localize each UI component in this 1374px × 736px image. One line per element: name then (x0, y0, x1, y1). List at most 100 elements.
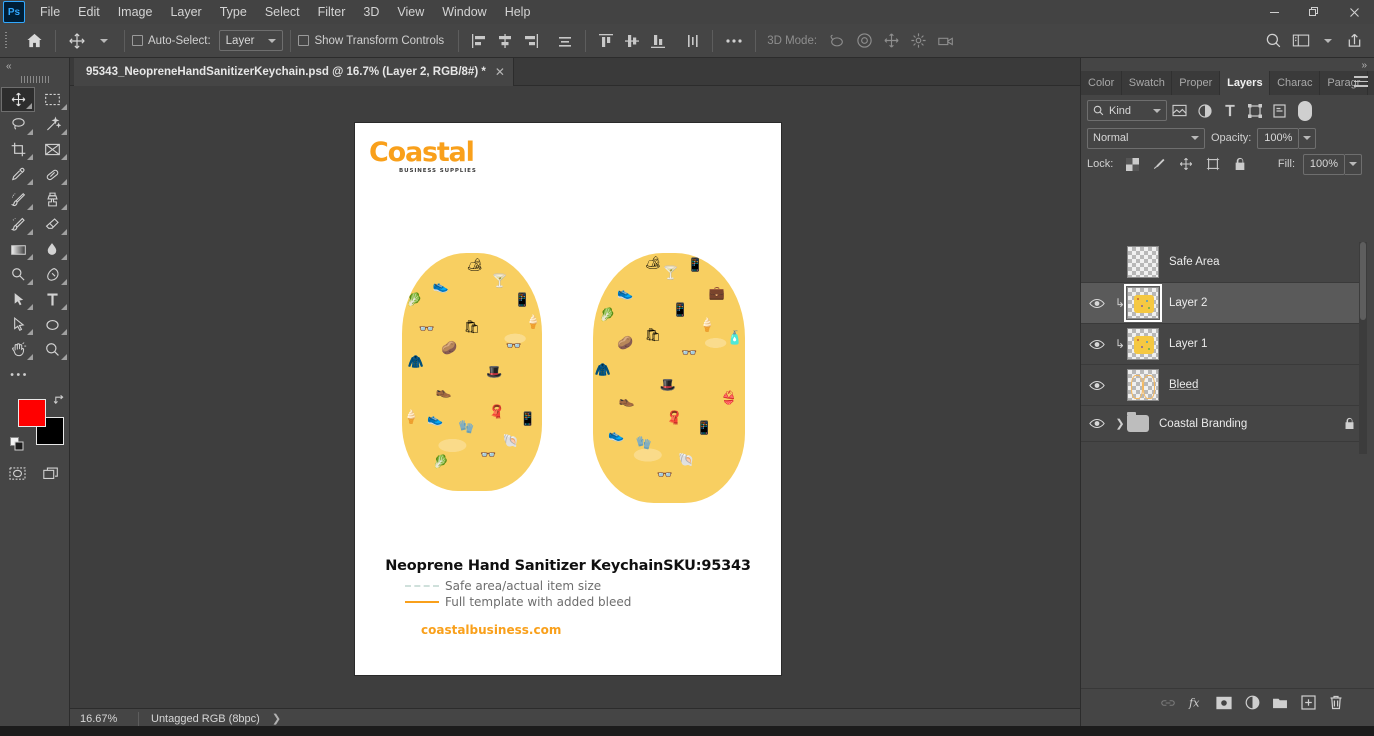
frame-tool[interactable] (35, 137, 69, 162)
layer-mask-icon[interactable] (1211, 691, 1237, 715)
document-tab[interactable]: 95343_NeopreneHandSanitizerKeychain.psd … (74, 58, 514, 86)
lock-image-pixels-icon[interactable] (1148, 154, 1170, 174)
tab-color[interactable]: Color (1081, 71, 1123, 95)
canvas-area[interactable]: Coastal BUSINESS SUPPLIES 🏕 🍸 👟 📱 🥬 🍦 👓 … (70, 86, 1080, 708)
align-bottom-edges-icon[interactable] (645, 28, 671, 54)
tab-character[interactable]: Charac (1270, 71, 1321, 95)
eraser-tool[interactable] (35, 212, 69, 237)
filter-shape-icon[interactable] (1242, 100, 1267, 122)
filter-type-icon[interactable] (1217, 100, 1242, 122)
opacity-stepper-chevron-icon[interactable] (1299, 127, 1317, 149)
fill-stepper-chevron-icon[interactable] (1345, 153, 1362, 175)
toolbar-collapse-button[interactable]: « (0, 58, 69, 72)
new-layer-icon[interactable] (1295, 691, 1321, 715)
menu-layer[interactable]: Layer (161, 2, 210, 22)
magic-wand-tool[interactable] (35, 112, 69, 137)
home-icon[interactable] (21, 28, 48, 54)
direct-selection-tool[interactable] (1, 312, 35, 337)
delete-layer-icon[interactable] (1323, 691, 1349, 715)
auto-select-checkbox[interactable] (132, 35, 143, 46)
gradient-tool[interactable] (1, 237, 35, 262)
rectangular-marquee-tool[interactable] (35, 87, 69, 112)
filter-pixel-icon[interactable] (1167, 100, 1192, 122)
restore-button[interactable] (1294, 0, 1334, 24)
menu-file[interactable]: File (31, 2, 69, 22)
brush-tool[interactable] (1, 187, 35, 212)
fill-value-field[interactable]: 100% (1303, 153, 1345, 175)
default-colors-icon[interactable] (10, 437, 24, 451)
layer-visibility-toggle[interactable] (1081, 298, 1113, 309)
search-icon[interactable] (1260, 28, 1287, 54)
close-icon[interactable]: ✕ (495, 66, 505, 78)
swap-colors-icon[interactable] (53, 393, 66, 406)
layer-thumbnail[interactable] (1127, 246, 1159, 278)
menu-select[interactable]: Select (256, 2, 309, 22)
table-row[interactable]: Bleed (1081, 365, 1367, 406)
align-top-edges-icon[interactable] (593, 28, 619, 54)
layer-list-scrollbar-thumb[interactable] (1360, 242, 1366, 320)
align-right-edges-icon[interactable] (518, 28, 544, 54)
menu-3d[interactable]: 3D (354, 2, 388, 22)
show-transform-controls-checkbox[interactable] (298, 35, 310, 46)
foreground-color-swatch[interactable] (18, 399, 46, 427)
tool-preset-chevron-icon[interactable] (91, 28, 117, 54)
more-options-icon[interactable] (720, 28, 748, 54)
table-row[interactable]: Safe Area (1081, 242, 1367, 283)
layer-name[interactable]: Layer 1 (1169, 338, 1207, 350)
filter-toggle-switch[interactable] (1298, 100, 1312, 121)
history-brush-tool[interactable] (1, 212, 35, 237)
roll-3d-icon[interactable] (851, 28, 878, 54)
slide-3d-icon[interactable] (905, 28, 932, 54)
camera-3d-icon[interactable] (932, 28, 960, 54)
layer-name[interactable]: Safe Area (1169, 256, 1220, 268)
panel-menu-icon[interactable] (1354, 76, 1368, 90)
blend-mode-dropdown[interactable]: Normal (1087, 127, 1205, 149)
eyedropper-tool[interactable] (1, 162, 35, 187)
tab-swatches[interactable]: Swatch (1122, 71, 1173, 95)
adjustment-layer-icon[interactable] (1239, 691, 1265, 715)
menu-view[interactable]: View (388, 2, 433, 22)
path-selection-tool[interactable] (1, 287, 35, 312)
spot-healing-brush-tool[interactable] (35, 162, 69, 187)
align-left-edges-icon[interactable] (466, 28, 492, 54)
layer-effects-icon[interactable]: fx (1183, 691, 1209, 715)
zoom-tool[interactable] (35, 337, 69, 362)
share-icon[interactable] (1341, 28, 1368, 54)
layer-thumbnail[interactable] (1124, 284, 1162, 322)
menu-window[interactable]: Window (433, 2, 495, 22)
distribute-vertically-icon[interactable] (679, 28, 705, 54)
lock-position-icon[interactable] (1175, 154, 1197, 174)
table-row[interactable]: ❯ Coastal Branding (1081, 406, 1367, 442)
orbit-3d-icon[interactable] (823, 28, 851, 54)
menu-help[interactable]: Help (496, 2, 540, 22)
chevron-right-icon[interactable]: ❯ (272, 712, 281, 725)
layer-visibility-toggle[interactable] (1081, 339, 1113, 350)
move-tool[interactable] (1, 87, 35, 112)
close-button[interactable] (1334, 0, 1374, 24)
clone-stamp-tool[interactable] (35, 187, 69, 212)
layer-thumbnail[interactable] (1127, 328, 1159, 360)
layer-name[interactable]: Bleed (1169, 379, 1198, 391)
tab-layers[interactable]: Layers (1220, 71, 1271, 95)
move-tool-icon[interactable] (63, 28, 91, 54)
auto-select-target-dropdown[interactable]: Layer (218, 30, 284, 51)
layer-visibility-toggle[interactable] (1081, 380, 1113, 391)
distribute-horizontally-icon[interactable] (552, 28, 578, 54)
panel-collapse-button[interactable]: » (1081, 58, 1374, 71)
blur-tool[interactable] (35, 237, 69, 262)
chevron-right-icon[interactable]: ❯ (1113, 417, 1127, 430)
tab-properties[interactable]: Proper (1172, 71, 1221, 95)
edit-toolbar-more-icon[interactable] (1, 362, 35, 387)
lasso-tool[interactable] (1, 112, 35, 137)
align-horizontal-centers-icon[interactable] (492, 28, 518, 54)
menu-edit[interactable]: Edit (69, 2, 109, 22)
lock-all-icon[interactable] (1229, 154, 1251, 174)
hand-tool[interactable] (1, 337, 35, 362)
artboard[interactable]: Coastal BUSINESS SUPPLIES 🏕 🍸 👟 📱 🥬 🍦 👓 … (355, 123, 781, 675)
menu-image[interactable]: Image (109, 2, 162, 22)
minimize-button[interactable] (1254, 0, 1294, 24)
layer-thumbnail[interactable] (1127, 369, 1159, 401)
link-layers-icon[interactable] (1155, 691, 1181, 715)
options-bar-grip[interactable] (2, 30, 12, 52)
filter-smart-object-icon[interactable] (1267, 100, 1292, 122)
